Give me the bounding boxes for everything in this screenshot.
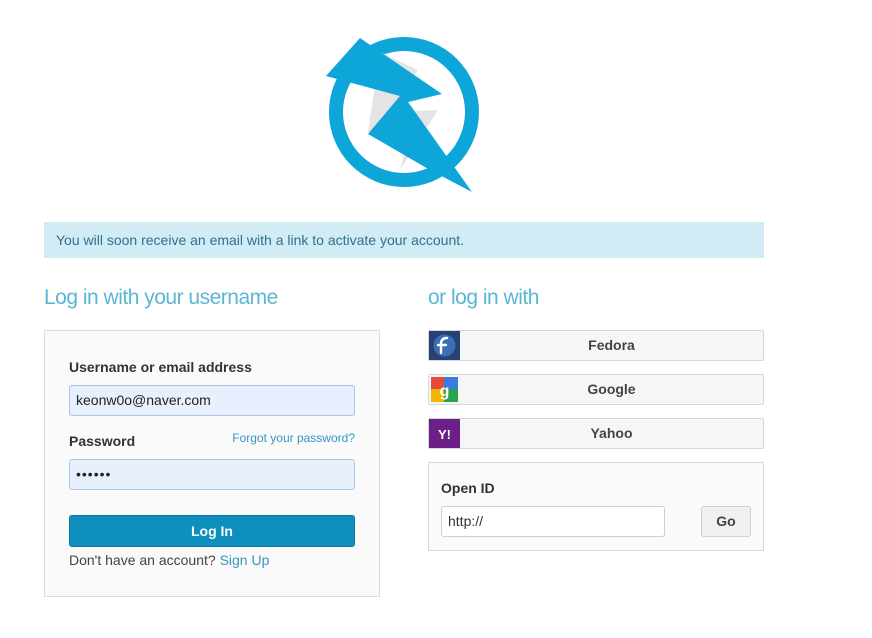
login-page: You will soon receive an email with a li… (0, 0, 872, 638)
openid-go-button[interactable]: Go (701, 506, 751, 537)
fedora-label: Fedora (588, 337, 635, 353)
svg-text:Y!: Y! (438, 427, 451, 442)
login-form: Username or email address keonw0o@naver.… (44, 330, 380, 597)
password-label: Password (69, 433, 136, 449)
svg-text:g: g (440, 383, 450, 400)
password-input[interactable]: •••••• (69, 459, 355, 490)
signup-prompt: Don't have an account? (69, 552, 216, 568)
username-input[interactable]: keonw0o@naver.com (69, 385, 355, 416)
google-label: Google (587, 381, 636, 397)
google-login-button[interactable]: g Google (428, 374, 764, 405)
yahoo-login-button[interactable]: Y! Yahoo (428, 418, 764, 449)
openid-input[interactable]: http:// (441, 506, 665, 537)
yahoo-icon: Y! (429, 419, 460, 448)
login-button[interactable]: Log In (69, 515, 355, 547)
social-login-heading: or log in with (428, 286, 539, 309)
login-heading: Log in with your username (44, 286, 278, 309)
forgot-password-link[interactable]: Forgot your password? (232, 431, 355, 445)
logo-icon (326, 37, 479, 192)
activation-alert: You will soon receive an email with a li… (44, 222, 764, 258)
openid-form: Open ID http:// Go (428, 462, 764, 551)
yahoo-label: Yahoo (590, 425, 633, 441)
username-label: Username or email address (69, 359, 252, 375)
fedora-icon (429, 331, 460, 360)
openid-label: Open ID (441, 480, 495, 496)
fedora-login-button[interactable]: Fedora (428, 330, 764, 361)
google-icon: g (429, 375, 460, 404)
signup-row: Don't have an account? Sign Up (69, 552, 269, 568)
signup-link[interactable]: Sign Up (220, 552, 270, 568)
